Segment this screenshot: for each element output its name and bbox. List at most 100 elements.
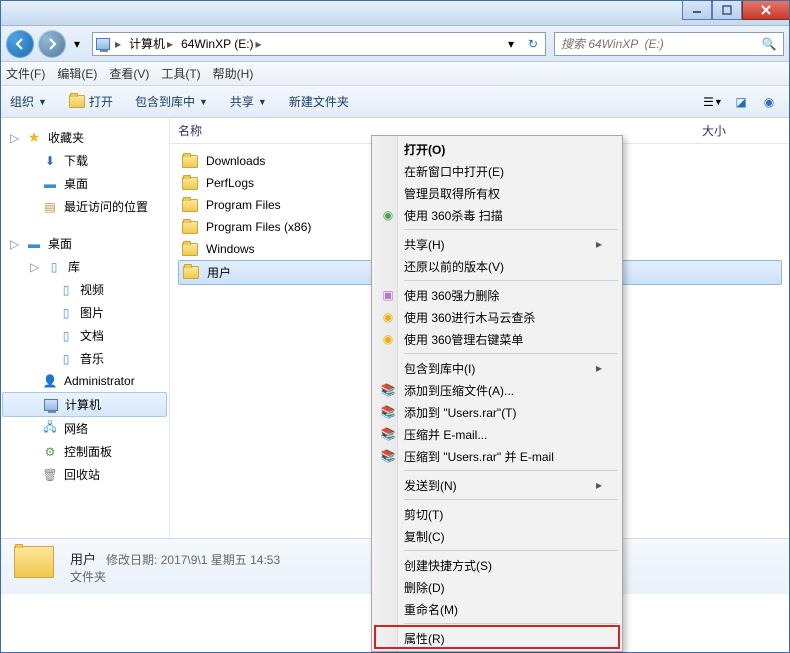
nav-history-dropdown[interactable]: ▾ bbox=[70, 34, 84, 54]
rar-icon: 📚 bbox=[380, 426, 396, 442]
video-icon: ▯ bbox=[58, 282, 74, 298]
sidebar-item-network[interactable]: 🖧网络 bbox=[0, 417, 169, 440]
view-options-button[interactable]: ☰ ▼ bbox=[702, 91, 724, 113]
sidebar-item-music[interactable]: ▯音乐 bbox=[0, 347, 169, 370]
ctx-delete[interactable]: 删除(D) bbox=[374, 576, 620, 598]
minimize-button[interactable] bbox=[682, 0, 712, 20]
ctx-create-shortcut[interactable]: 创建快捷方式(S) bbox=[374, 554, 620, 576]
sidebar-item-recycle-bin[interactable]: 🗑回收站 bbox=[0, 463, 169, 486]
ctx-zip-email[interactable]: 📚压缩并 E-mail... bbox=[374, 423, 620, 445]
ctx-360-force-delete[interactable]: ▣使用 360强力删除 bbox=[374, 284, 620, 306]
share-button[interactable]: 共享 ▼ bbox=[230, 93, 267, 110]
nav-bar: ▾ ▸ 计算机 ▸ 64WinXP (E:) ▸ ▾ ↻ 🔍 bbox=[0, 26, 790, 62]
sidebar-item-computer[interactable]: 计算机 bbox=[2, 392, 167, 417]
address-dropdown-button[interactable]: ▾ bbox=[501, 34, 521, 54]
ctx-properties[interactable]: 属性(R) bbox=[374, 627, 620, 649]
music-icon: ▯ bbox=[58, 351, 74, 367]
ctx-share[interactable]: 共享(H)▸ bbox=[374, 233, 620, 255]
details-date-label: 修改日期: bbox=[106, 553, 157, 567]
open-button[interactable]: 打开 bbox=[69, 93, 113, 110]
include-in-library-button[interactable]: 包含到库中 ▼ bbox=[135, 93, 208, 110]
file-name: Program Files bbox=[206, 198, 281, 212]
ctx-separator bbox=[404, 280, 618, 281]
ctx-rename[interactable]: 重命名(M) bbox=[374, 598, 620, 620]
ctx-add-archive[interactable]: 📚添加到压缩文件(A)... bbox=[374, 379, 620, 401]
preview-pane-button[interactable]: ◪ bbox=[730, 91, 752, 113]
ctx-restore-previous[interactable]: 还原以前的版本(V) bbox=[374, 255, 620, 277]
folder-icon bbox=[182, 197, 198, 213]
folder-icon bbox=[183, 265, 199, 281]
sidebar-item-desktop-fav[interactable]: ▬桌面 bbox=[0, 172, 169, 195]
help-button[interactable]: ◉ bbox=[758, 91, 780, 113]
maximize-button[interactable] bbox=[712, 0, 742, 20]
ctx-separator bbox=[404, 623, 618, 624]
ctx-360-context-manage[interactable]: ◉使用 360管理右键菜单 bbox=[374, 328, 620, 350]
sidebar-item-pictures[interactable]: ▯图片 bbox=[0, 301, 169, 324]
search-box[interactable]: 🔍 bbox=[554, 32, 784, 56]
ctx-open-new-window[interactable]: 在新窗口中打开(E) bbox=[374, 160, 620, 182]
menu-file[interactable]: 文件(F) bbox=[6, 65, 45, 82]
breadcrumb-computer[interactable]: 计算机 ▸ bbox=[125, 33, 177, 55]
submenu-arrow-icon: ▸ bbox=[596, 478, 602, 492]
new-folder-button[interactable]: 新建文件夹 bbox=[289, 93, 349, 110]
sidebar-item-downloads[interactable]: ⬇下载 bbox=[0, 149, 169, 172]
search-input[interactable] bbox=[561, 37, 761, 51]
file-name: Downloads bbox=[206, 154, 265, 168]
breadcrumb-drive[interactable]: 64WinXP (E:) ▸ bbox=[177, 33, 266, 55]
navigation-pane: ▷★收藏夹 ⬇下载 ▬桌面 ▤最近访问的位置 ▷▬桌面 ▷▯库 ▯视频 ▯图片 … bbox=[0, 118, 170, 538]
computer-icon bbox=[43, 397, 59, 413]
ctx-open[interactable]: 打开(O) bbox=[374, 138, 620, 160]
ctx-360-scan[interactable]: ◉使用 360杀毒 扫描 bbox=[374, 204, 620, 226]
sidebar-item-recent[interactable]: ▤最近访问的位置 bbox=[0, 195, 169, 218]
refresh-button[interactable]: ↻ bbox=[523, 34, 543, 54]
sidebar-item-library[interactable]: ▷▯库 bbox=[0, 255, 169, 278]
search-icon[interactable]: 🔍 bbox=[761, 36, 777, 52]
close-button[interactable] bbox=[742, 0, 790, 20]
recycle-icon: 🗑 bbox=[42, 467, 58, 483]
360-icon: ◉ bbox=[380, 331, 396, 347]
submenu-arrow-icon: ▸ bbox=[596, 361, 602, 375]
ctx-360-trojan-scan[interactable]: ◉使用 360进行木马云查杀 bbox=[374, 306, 620, 328]
box-icon: ▣ bbox=[380, 287, 396, 303]
menu-edit[interactable]: 编辑(E) bbox=[57, 65, 97, 82]
control-panel-icon: ⚙ bbox=[42, 444, 58, 460]
menu-view[interactable]: 查看(V) bbox=[109, 65, 149, 82]
column-size[interactable]: 大小 bbox=[702, 122, 782, 139]
ctx-separator bbox=[404, 550, 618, 551]
menu-tools[interactable]: 工具(T) bbox=[161, 65, 200, 82]
organize-button[interactable]: 组织 ▼ bbox=[10, 93, 47, 110]
menu-bar: 文件(F) 编辑(E) 查看(V) 工具(T) 帮助(H) bbox=[0, 62, 790, 86]
rar-icon: 📚 bbox=[380, 404, 396, 420]
ctx-include-library[interactable]: 包含到库中(I)▸ bbox=[374, 357, 620, 379]
sidebar-item-videos[interactable]: ▯视频 bbox=[0, 278, 169, 301]
folder-icon bbox=[182, 219, 198, 235]
desktop-icon: ▬ bbox=[42, 176, 58, 192]
ctx-add-users-rar[interactable]: 📚添加到 "Users.rar"(T) bbox=[374, 401, 620, 423]
recent-icon: ▤ bbox=[42, 199, 58, 215]
back-button[interactable] bbox=[6, 30, 34, 58]
open-icon bbox=[69, 94, 85, 110]
breadcrumb-sep[interactable]: ▸ bbox=[111, 33, 125, 55]
rar-icon: 📚 bbox=[380, 448, 396, 464]
desktop-header[interactable]: ▷▬桌面 bbox=[0, 232, 169, 255]
ctx-send-to[interactable]: 发送到(N)▸ bbox=[374, 474, 620, 496]
context-menu: 打开(O) 在新窗口中打开(E) 管理员取得所有权 ◉使用 360杀毒 扫描 共… bbox=[371, 135, 623, 652]
sidebar-item-administrator[interactable]: 👤Administrator bbox=[0, 370, 169, 392]
favorites-header[interactable]: ▷★收藏夹 bbox=[0, 126, 169, 149]
address-bar[interactable]: ▸ 计算机 ▸ 64WinXP (E:) ▸ ▾ ↻ bbox=[92, 32, 546, 56]
ctx-admin-ownership[interactable]: 管理员取得所有权 bbox=[374, 182, 620, 204]
details-name: 用户 bbox=[70, 552, 96, 567]
ctx-zip-rar-email[interactable]: 📚压缩到 "Users.rar" 并 E-mail bbox=[374, 445, 620, 467]
ctx-cut[interactable]: 剪切(T) bbox=[374, 503, 620, 525]
menu-help[interactable]: 帮助(H) bbox=[213, 65, 254, 82]
details-type: 文件夹 bbox=[70, 568, 280, 585]
rar-icon: 📚 bbox=[380, 382, 396, 398]
sidebar-item-documents[interactable]: ▯文档 bbox=[0, 324, 169, 347]
download-icon: ⬇ bbox=[42, 153, 58, 169]
sidebar-item-control-panel[interactable]: ⚙控制面板 bbox=[0, 440, 169, 463]
folder-icon bbox=[182, 153, 198, 169]
ctx-copy[interactable]: 复制(C) bbox=[374, 525, 620, 547]
forward-button[interactable] bbox=[38, 30, 66, 58]
shield-icon: ◉ bbox=[380, 207, 396, 223]
library-icon: ▯ bbox=[46, 259, 62, 275]
